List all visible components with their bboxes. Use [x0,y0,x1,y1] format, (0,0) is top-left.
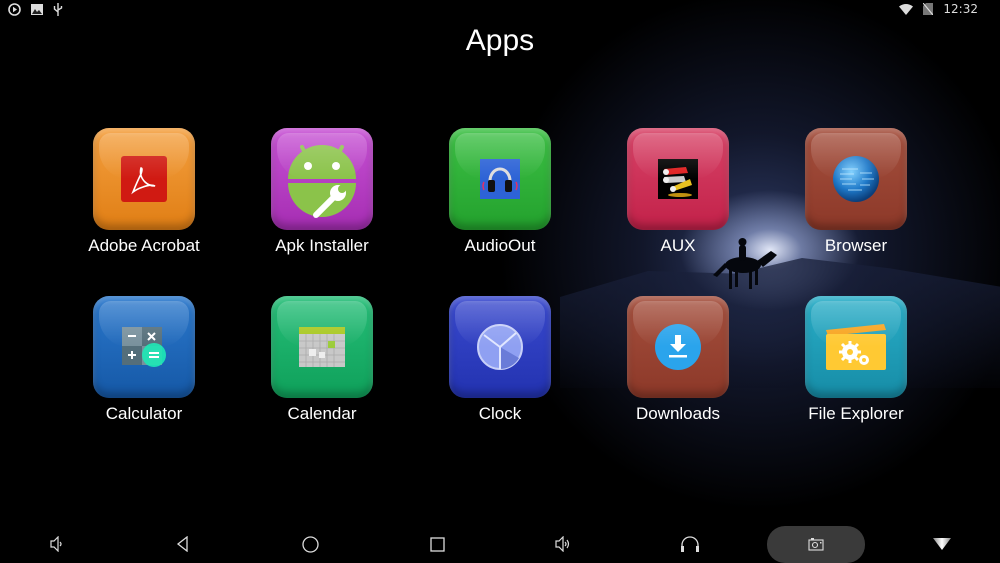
headphones-button[interactable] [670,531,710,557]
app-label: Clock [478,404,522,423]
app-browser[interactable]: Browser [767,128,945,256]
app-label: Browser [824,236,888,255]
aux-tile[interactable] [627,128,729,230]
app-label: Adobe Acrobat [88,236,200,255]
calculator-icon [122,327,166,367]
app-downloads[interactable]: Downloads [589,296,767,424]
downloads-icon [655,324,701,370]
no-sim-icon [923,3,934,15]
image-icon [31,4,43,15]
calendar-icon [299,327,345,367]
screenshot-button[interactable] [796,531,836,557]
recents-button[interactable] [417,531,457,557]
app-grid: Adobe Acrobat Apk Installer AudioOut AUX… [55,128,945,424]
audio-out-icon [480,159,520,199]
app-adobe-acrobat[interactable]: Adobe Acrobat [55,128,233,256]
app-label: Calendar [287,404,357,423]
recents-icon [429,536,445,552]
app-calculator[interactable]: Calculator [55,296,233,424]
browser-icon [833,156,879,202]
volume-down-button[interactable] [37,531,77,557]
clock-tile[interactable] [449,296,551,398]
adobe-acrobat-tile[interactable] [93,128,195,230]
browser-tile[interactable] [805,128,907,230]
home-button[interactable] [290,531,330,557]
app-label: Apk Installer [275,236,369,255]
aux-icon [658,159,698,199]
app-label: Downloads [635,404,721,423]
back-button[interactable] [163,531,203,557]
app-clock[interactable]: Clock [411,296,589,424]
app-aux[interactable]: AUX [589,128,767,256]
headphones-icon [681,536,699,552]
downloads-tile[interactable] [627,296,729,398]
status-bar: 12:32 [0,0,1000,20]
volume-up-icon [555,536,570,552]
app-label: AudioOut [464,236,536,255]
app-label: File Explorer [808,404,904,423]
usb-icon [53,3,63,16]
app-audio-out[interactable]: AudioOut [411,128,589,256]
app-calendar[interactable]: Calendar [233,296,411,424]
page-title: Apps [465,24,535,57]
volume-down-icon [50,536,62,552]
home-icon [301,535,319,553]
status-time: 12:32 [943,2,978,16]
app-file-explorer[interactable]: File Explorer [767,296,945,424]
calendar-tile[interactable] [271,296,373,398]
wifi-icon [899,3,914,15]
calculator-tile[interactable] [93,296,195,398]
app-label: AUX [660,236,696,255]
app-apk-installer[interactable]: Apk Installer [233,128,411,256]
back-icon [176,536,188,552]
file-explorer-tile[interactable] [805,296,907,398]
app-label: Calculator [105,404,183,423]
audio-out-tile[interactable] [449,128,551,230]
hide-bar-icon [933,538,951,550]
adobe-acrobat-icon [121,156,167,202]
volume-up-button[interactable] [543,531,583,557]
hide-bar-button[interactable] [922,531,962,557]
file-explorer-icon [826,324,886,370]
apk-installer-icon [288,145,356,218]
clock-icon [477,324,523,370]
apk-installer-tile[interactable] [271,128,373,230]
screenshot-icon [808,538,824,551]
play-circle-icon [8,3,21,16]
